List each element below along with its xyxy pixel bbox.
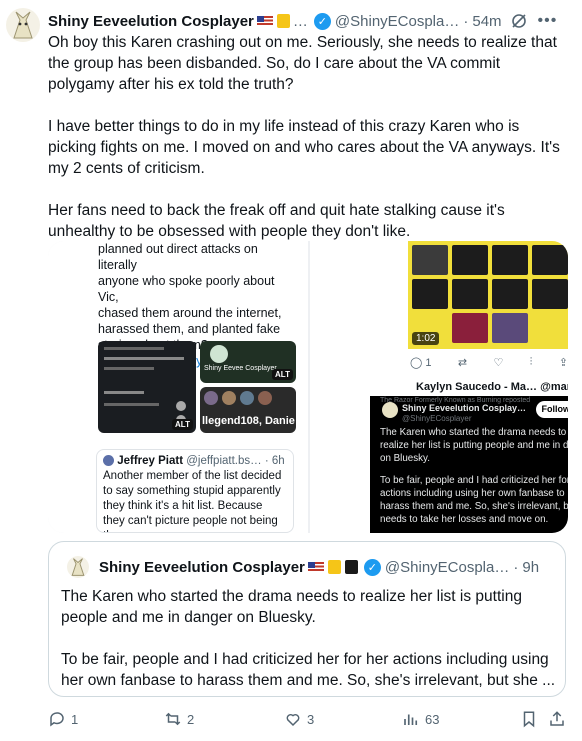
post-paragraph: Her fans need to back the freak off and … — [48, 202, 505, 240]
follow-button: Follow — [535, 401, 568, 418]
mini-repost-icon: ⇄ — [457, 357, 468, 369]
us-flag-icon — [307, 561, 324, 573]
views-icon — [404, 714, 418, 725]
ellipsis-icon: … — [292, 12, 308, 30]
video-duration: 1:02 — [412, 332, 440, 345]
action-bar: 1 2 3 63 — [48, 710, 568, 732]
bookmark-button[interactable] — [520, 710, 538, 728]
quote-handle: @ShinyECospla… — [384, 558, 510, 576]
quote-header: Shiny Eeveelution Cosplayer ✓ @ShinyECos… — [67, 556, 555, 578]
quote-avatar — [67, 556, 89, 578]
yellow-square-icon — [276, 14, 290, 28]
post-paragraph: I have better things to do in my life in… — [48, 118, 560, 177]
quote-timestamp: 9h — [522, 558, 540, 576]
black-square-icon — [344, 560, 358, 574]
reply-button[interactable]: 1 — [48, 710, 78, 728]
avatars-screenshot: llegend108, Danie — [200, 387, 296, 433]
verified-icon: ✓ — [313, 12, 331, 30]
settings-screenshot: ALT — [98, 341, 196, 433]
display-name[interactable]: Shiny Eeveelution Cosplayer — [48, 13, 254, 30]
us-flag-icon — [256, 15, 273, 27]
repost-button[interactable]: 2 — [164, 710, 194, 728]
avatar[interactable] — [6, 8, 40, 42]
mini-action-bar: ◯ 1 ⇄ ♡ ⫶ ⇪ — [410, 356, 568, 369]
eevee-avatar-icon — [13, 11, 33, 39]
grok-icon[interactable] — [510, 12, 528, 30]
separator-dot: · — [513, 558, 519, 576]
profile-card-screenshot: Shiny Eevee Cosplayer ALT — [200, 341, 296, 383]
mini-stats-icon: ⫶ — [529, 356, 533, 368]
media-image-left[interactable]: planned out direct attacks on literally … — [48, 241, 308, 533]
mini-like-icon: ♡ — [493, 357, 504, 369]
repost-icon — [165, 712, 181, 726]
quote-text: The Karen who started the drama needs to… — [61, 586, 557, 712]
quoted-post[interactable]: Shiny Eeveelution Cosplayer ✓ @ShinyECos… — [48, 541, 566, 697]
repost-count: 2 — [187, 711, 195, 727]
timestamp[interactable]: 54m — [472, 13, 501, 30]
more-icon[interactable]: ••• — [538, 12, 558, 30]
quote-paragraph: The Karen who started the drama needs to… — [61, 588, 522, 626]
embedded-post-screenshot: The Razor Formerly Known as Burning repo… — [370, 396, 568, 533]
post-paragraph: Oh boy this Karen crashing out on me. Se… — [48, 34, 557, 93]
yellow-square-icon — [327, 560, 341, 574]
mini-reply-icon: ◯ 1 — [410, 357, 432, 369]
media-attachment[interactable]: planned out direct attacks on literally … — [48, 241, 568, 533]
post-text: Oh boy this Karen crashing out on me. Se… — [48, 32, 564, 263]
post-header: Shiny Eeveelution Cosplayer … ✓ @ShinyEC… — [48, 10, 574, 32]
separator-dot: · — [463, 12, 469, 30]
verified-icon: ✓ — [363, 558, 381, 576]
handle[interactable]: @ShinyECospla… — [335, 13, 459, 30]
media-image-right[interactable]: 1:02 ◯ 1 ⇄ ♡ ⫶ ⇪ Kaylyn Saucedo - Ma… @m… — [310, 241, 568, 533]
reply-icon — [50, 712, 64, 727]
views-count: 63 — [425, 711, 440, 727]
like-icon — [286, 713, 300, 727]
share-icon — [550, 711, 564, 726]
like-button[interactable]: 3 — [284, 710, 314, 728]
mini-share-icon: ⇪ — [558, 357, 568, 369]
reply-count: 1 — [71, 711, 79, 727]
share-button[interactable] — [548, 710, 566, 728]
eevee-avatar-icon — [71, 558, 85, 576]
quote-paragraph: To be fair, people and I had criticized … — [61, 651, 556, 689]
alt-badge[interactable]: ALT — [172, 419, 193, 430]
like-count: 3 — [307, 711, 315, 727]
mini-post-author: Kaylyn Saucedo - Ma… @marz… 6h — [416, 381, 568, 393]
alt-badge[interactable]: ALT — [272, 369, 293, 380]
reply-screenshot: Jeffrey Piatt @jeffpiatt.bs… · 6h Anothe… — [96, 449, 294, 533]
bookmark-icon — [523, 711, 535, 728]
video-thumbnail[interactable]: 1:02 — [408, 241, 568, 349]
views-button[interactable]: 63 — [402, 710, 439, 728]
quote-display-name: Shiny Eeveelution Cosplayer — [99, 558, 305, 576]
